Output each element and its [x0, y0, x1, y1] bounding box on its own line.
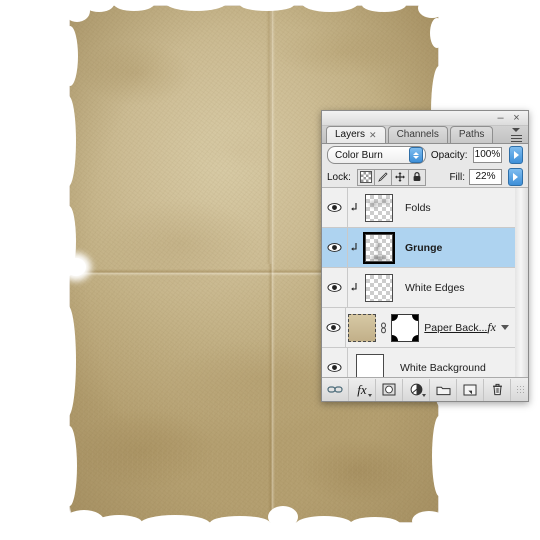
opacity-slider-arrow-icon[interactable]	[509, 146, 523, 164]
layer-row-white-background[interactable]: White Background	[322, 348, 515, 377]
torn-edge-nibble	[432, 416, 446, 496]
blend-mode-select[interactable]: Color Burn	[327, 146, 426, 164]
folder-icon[interactable]	[430, 378, 457, 401]
panel-menu-icon[interactable]	[511, 128, 525, 142]
new-layer-icon[interactable]	[457, 378, 484, 401]
torn-edge-nibble	[418, 0, 446, 18]
minimize-icon[interactable]: –	[494, 112, 507, 124]
opacity-label: Opacity:	[430, 149, 468, 161]
tab-paths-label: Paths	[458, 129, 485, 140]
fill-slider-arrow-icon[interactable]	[508, 168, 523, 186]
resize-grip-icon[interactable]	[516, 385, 525, 394]
visibility-toggle-paper-background[interactable]	[322, 308, 346, 347]
fx-icon[interactable]: fx	[487, 320, 496, 335]
trash-icon[interactable]	[484, 378, 511, 401]
layer-name-folds[interactable]: Folds	[397, 202, 515, 214]
torn-edge-nibble	[62, 26, 78, 86]
fill-input[interactable]: 22%	[469, 169, 502, 185]
panel-titlebar[interactable]: – ×	[322, 111, 528, 126]
torn-edge-nibble	[268, 506, 298, 528]
torn-edge-nibble	[61, 96, 76, 186]
layer-thumbnail-folds[interactable]	[361, 193, 397, 222]
fx-icon[interactable]: fx	[349, 378, 376, 401]
tab-paths[interactable]: Paths	[449, 126, 494, 143]
torn-edge-nibble	[296, 516, 352, 532]
link-mask-icon[interactable]	[377, 322, 389, 334]
lock-icon[interactable]	[408, 169, 425, 185]
blend-mode-row[interactable]: Color Burn Opacity: 100%	[322, 144, 528, 166]
layer-thumbnail-paper-background[interactable]	[346, 313, 377, 342]
layer-mask-thumbnail[interactable]	[389, 313, 420, 342]
visibility-toggle-white-edges[interactable]	[322, 268, 348, 307]
layer-list[interactable]: Folds Grunge White Edges Paper Back... f…	[322, 187, 528, 377]
move-icon[interactable]	[391, 169, 409, 185]
lock-row[interactable]: Lock: Fill: 22%	[322, 166, 528, 189]
half-circle-icon[interactable]	[403, 378, 430, 401]
fill-label: Fill:	[449, 171, 465, 183]
torn-edge-nibble	[96, 515, 142, 530]
chevron-down-icon[interactable]	[501, 325, 509, 330]
clipping-mask-icon	[348, 282, 361, 293]
lock-buttons-group[interactable]	[356, 168, 426, 186]
layer-name-grunge[interactable]: Grunge	[397, 242, 515, 254]
torn-edge-nibble	[350, 517, 400, 531]
layer-thumbnail-grunge[interactable]	[361, 231, 397, 264]
clipping-mask-icon	[348, 242, 361, 253]
mask-icon[interactable]	[376, 378, 403, 401]
blend-mode-stepper-icon[interactable]	[408, 147, 423, 163]
layer-name-white-edges[interactable]: White Edges	[397, 282, 515, 294]
torn-edge-nibble	[430, 18, 444, 48]
torn-edge-nibble	[140, 515, 210, 533]
brush-icon[interactable]	[374, 169, 392, 185]
layer-thumbnail-white-background[interactable]	[348, 353, 392, 377]
panel-tab-strip[interactable]: Layers ✕ Channels Paths	[322, 126, 528, 144]
torn-edge-nibble	[210, 516, 270, 530]
layer-list-scrollbar[interactable]	[514, 188, 528, 377]
visibility-toggle-folds[interactable]	[322, 188, 348, 227]
tab-channels[interactable]: Channels	[387, 126, 448, 143]
layers-panel[interactable]: – × Layers ✕ Channels Paths Color Burn O…	[321, 110, 529, 402]
checkerboard-icon[interactable]	[357, 169, 375, 185]
clipping-mask-icon	[348, 202, 361, 213]
blend-mode-value: Color Burn	[335, 149, 383, 161]
tab-channels-label: Channels	[396, 129, 439, 140]
fold-hole-highlight	[66, 258, 86, 276]
visibility-toggle-grunge[interactable]	[322, 228, 348, 267]
visibility-toggle-white-background[interactable]	[322, 348, 348, 377]
layer-row-grunge[interactable]: Grunge	[322, 228, 515, 268]
torn-edge-nibble	[62, 426, 77, 506]
lock-label: Lock:	[327, 171, 351, 183]
chain-link-icon[interactable]	[322, 378, 349, 401]
panel-bottom-toolbar[interactable]: fx	[322, 377, 528, 401]
layer-name-white-background[interactable]: White Background	[392, 362, 515, 374]
layer-row-white-edges[interactable]: White Edges	[322, 268, 515, 308]
torn-edge-nibble	[412, 511, 446, 531]
opacity-input[interactable]: 100%	[472, 147, 503, 163]
tab-layers[interactable]: Layers ✕	[326, 126, 386, 143]
layer-thumbnail-white-edges[interactable]	[361, 273, 397, 302]
torn-edge-nibble	[60, 306, 76, 416]
tab-close-icon[interactable]: ✕	[369, 127, 377, 143]
layer-row-folds[interactable]: Folds	[322, 188, 515, 228]
layer-effects-group[interactable]: fx	[487, 320, 515, 335]
layer-name-paper-background[interactable]: Paper Back...	[420, 322, 487, 334]
close-icon[interactable]: ×	[510, 112, 523, 124]
layer-row-paper-background[interactable]: Paper Back... fx	[322, 308, 515, 348]
tab-layers-label: Layers	[335, 129, 366, 140]
